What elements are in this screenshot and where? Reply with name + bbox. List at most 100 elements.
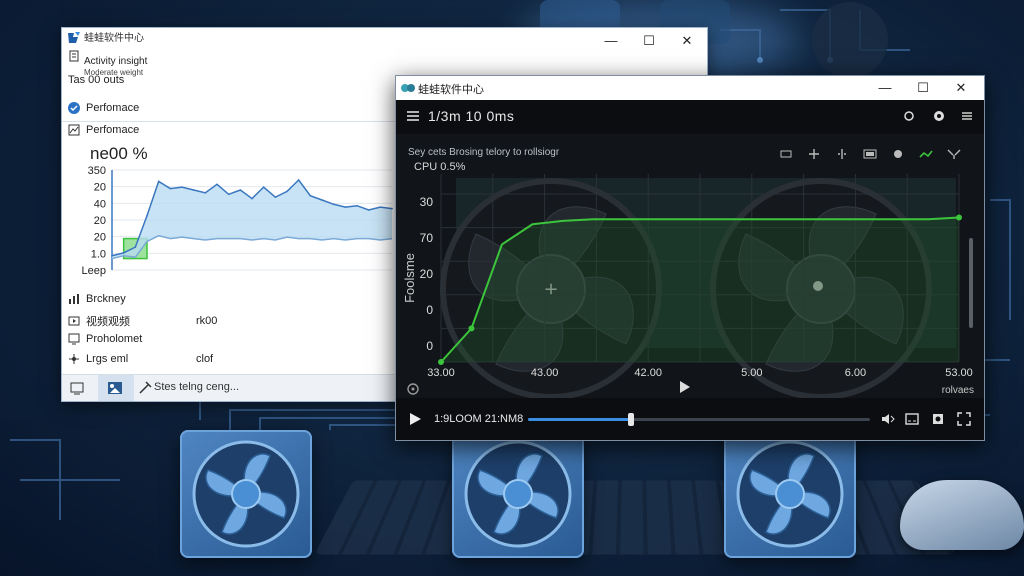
data-point: [356, 204, 358, 207]
settings-icon[interactable]: [68, 379, 88, 397]
subtitles-icon[interactable]: [905, 412, 919, 426]
chart-icon: [69, 294, 79, 304]
window-icon[interactable]: [778, 147, 794, 159]
y-tick-label: 1.0: [91, 248, 106, 260]
pin-icon[interactable]: [902, 109, 916, 123]
title-bar[interactable]: 蛙蛙软件中心 — ☐ ✕: [396, 76, 984, 100]
data-point: [321, 199, 323, 201]
case-fan: [724, 430, 856, 558]
corner-label: rolvaes: [941, 385, 974, 396]
split-icon[interactable]: [834, 147, 850, 159]
window-controls: — ☐ ✕: [866, 79, 980, 97]
current-time: 1:9LOOM 21:NM8: [434, 413, 524, 425]
close-button[interactable]: ✕: [668, 32, 706, 50]
maximize-button[interactable]: ☐: [630, 32, 668, 50]
x-tick-label: 53.00: [945, 367, 973, 379]
nav-performance[interactable]: Perfomace: [68, 124, 139, 136]
x-tick-label: 33.00: [427, 367, 455, 379]
close-button[interactable]: ✕: [942, 79, 980, 97]
y-tick-label: 20: [94, 232, 106, 244]
player-toolbar: 1/3m 10 0ms: [396, 100, 984, 134]
list-item[interactable]: Lrgs eml clof: [68, 353, 213, 365]
seek-bar[interactable]: [528, 413, 870, 426]
nav-performance-label: Perfomace: [86, 124, 140, 136]
minimize-button[interactable]: —: [866, 79, 904, 97]
new-task-row[interactable]: [68, 50, 80, 62]
tab-processes[interactable]: Tas 00 outs: [68, 74, 124, 86]
cpu-readout: CPU 0.5%: [414, 161, 466, 173]
monitor-icon: [68, 333, 80, 345]
play-button[interactable]: [408, 412, 422, 426]
list-item-label: Brckney: [86, 293, 126, 305]
play-icon[interactable]: [677, 380, 691, 394]
nav-performance-active[interactable]: Perfomace: [68, 102, 139, 114]
app-brand: 蛙蛙软件中心: [84, 33, 144, 44]
data-point: [169, 187, 172, 190]
seek-bar-progress: [528, 418, 631, 421]
move-icon[interactable]: [806, 147, 822, 159]
video-player-window[interactable]: 蛙蛙软件中心 — ☐ ✕ 1/3m 10 0ms + 30 70 20 0 0 …: [395, 75, 985, 441]
performance-icon: [68, 124, 80, 136]
title-bar[interactable]: 蛙蛙软件中心 — ☐ ✕: [62, 28, 707, 54]
gear-icon[interactable]: [406, 382, 420, 396]
data-point: [204, 192, 207, 194]
fullscreen-icon[interactable]: [957, 412, 971, 426]
minimize-button[interactable]: —: [592, 32, 630, 50]
status-bar: Stes telng ceng...: [62, 374, 398, 401]
overlay-caption: Sey cets Brosing telory to rollsiogr: [408, 147, 560, 158]
divider: [62, 121, 398, 122]
y-tick-label: 20: [420, 267, 434, 281]
video-stage[interactable]: + 30 70 20 0 0 Foolsme 33.00 43.00 42.00 5.00 6.00…: [396, 134, 984, 398]
list-item-value: rk00: [196, 315, 218, 327]
y-axis-label: Foolsme: [402, 253, 417, 303]
list-item[interactable]: Brckney: [68, 293, 126, 305]
data-point: [239, 189, 242, 191]
mouse: [900, 480, 1024, 550]
data-point: [216, 183, 218, 186]
menu-icon[interactable]: [406, 109, 420, 123]
x-tick-label: 6.00: [845, 367, 866, 379]
pin-icon[interactable]: [136, 379, 156, 397]
data-point: [468, 325, 475, 332]
maximize-button[interactable]: ☐: [904, 79, 942, 97]
picture-icon[interactable]: [862, 147, 878, 159]
data-point: [181, 186, 183, 188]
more-icon[interactable]: [960, 109, 974, 123]
fan-icon: [736, 440, 844, 548]
case-fan: [180, 430, 312, 558]
list-item[interactable]: 视频观频 rk00: [68, 313, 217, 329]
series-area: [441, 217, 959, 362]
network-icon: [69, 354, 79, 364]
fan-icon: [192, 440, 300, 548]
data-point: [227, 193, 230, 196]
settings-icon[interactable]: [931, 412, 945, 426]
list-item-label: Lrgs eml: [86, 353, 129, 365]
list-item[interactable]: Proholomet: [68, 333, 142, 345]
expand-icon[interactable]: [946, 147, 962, 159]
scrollbar[interactable]: [969, 238, 973, 328]
player-controls: 1:9LOOM 21:NM8: [396, 398, 984, 440]
gear-icon[interactable]: [932, 109, 946, 123]
status-text: Stes telng ceng...: [154, 381, 239, 393]
data-point: [391, 207, 393, 210]
footer-tab-active[interactable]: [98, 375, 134, 401]
volume-icon[interactable]: [881, 412, 895, 426]
x-tick-label: 43.00: [531, 367, 559, 379]
data-point: [262, 186, 265, 188]
data-point: [438, 359, 444, 365]
gear-icon[interactable]: [890, 147, 906, 159]
data-point: [157, 180, 160, 183]
list-item-label: 视频观频: [86, 316, 130, 328]
data-point: [297, 179, 300, 181]
y-tick-label: 30: [420, 195, 434, 209]
data-point: [134, 246, 137, 248]
data-point: [379, 206, 382, 208]
nav-performance-label: Perfomace: [86, 102, 140, 114]
signal-icon[interactable]: [918, 147, 934, 159]
seek-bar-handle[interactable]: [627, 413, 634, 426]
checkmark-icon: [68, 102, 80, 114]
data-point: [146, 214, 148, 217]
fan-speed-chart: 30 70 20 0 0 Foolsme 33.00 43.00 42.00 5.00 6.00 53…: [402, 174, 973, 379]
cpu-usage-chart: 350 20 40 20 20 1.0 Leep: [82, 165, 393, 277]
x-tick-label: 5.00: [741, 367, 762, 379]
